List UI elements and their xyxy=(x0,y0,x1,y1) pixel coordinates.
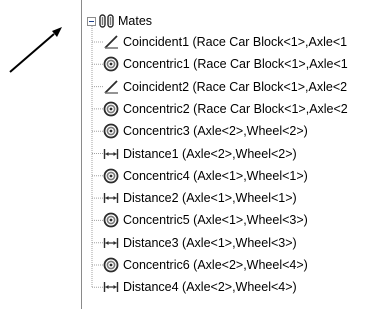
concentric-mate-icon xyxy=(103,168,119,184)
callout-arrow-icon xyxy=(9,27,62,73)
concentric-mate-icon xyxy=(103,56,119,72)
mate-item-distance[interactable]: Distance3 (Axle<1>,Wheel<3>) xyxy=(82,232,377,254)
mate-item-label[interactable]: Concentric6 (Axle<2>,Wheel<4>) xyxy=(123,256,308,274)
concentric-mate-icon xyxy=(103,212,119,228)
mates-folder-label[interactable]: Mates xyxy=(118,12,152,30)
coincident-mate-icon xyxy=(104,79,118,94)
mate-item-coincident[interactable]: Coincident2 (Race Car Block<1>,Axle<2 xyxy=(82,76,377,98)
concentric-mate-icon xyxy=(103,123,119,139)
mate-item-label[interactable]: Concentric1 (Race Car Block<1>,Axle<1 xyxy=(123,55,348,73)
mate-item-distance[interactable]: Distance4 (Axle<2>,Wheel<4>) xyxy=(82,276,377,298)
mate-item-concentric[interactable]: Concentric6 (Axle<2>,Wheel<4>) xyxy=(82,254,377,276)
mate-item-distance[interactable]: Distance2 (Axle<1>,Wheel<1>) xyxy=(82,187,377,209)
mate-item-label[interactable]: Concentric4 (Axle<1>,Wheel<1>) xyxy=(123,167,308,185)
mate-item-label[interactable]: Concentric5 (Axle<1>,Wheel<3>) xyxy=(123,211,308,229)
mate-item-concentric[interactable]: Concentric1 (Race Car Block<1>,Axle<1 xyxy=(82,53,377,75)
mate-item-label[interactable]: Concentric2 (Race Car Block<1>,Axle<2 xyxy=(123,100,348,118)
mate-item-label[interactable]: Concentric3 (Axle<2>,Wheel<2>) xyxy=(123,122,308,140)
mate-item-label[interactable]: Distance3 (Axle<1>,Wheel<3>) xyxy=(123,234,297,252)
distance-mate-icon xyxy=(103,282,119,293)
coincident-mate-icon xyxy=(104,35,118,49)
concentric-mate-icon xyxy=(103,257,119,273)
mate-item-label[interactable]: Distance1 (Axle<2>,Wheel<2>) xyxy=(123,145,297,163)
mate-item-concentric[interactable]: Concentric5 (Axle<1>,Wheel<3>) xyxy=(82,209,377,231)
mate-item-concentric[interactable]: Concentric2 (Race Car Block<1>,Axle<2 xyxy=(82,98,377,120)
mate-item-label[interactable]: Distance2 (Axle<1>,Wheel<1>) xyxy=(123,189,297,207)
distance-mate-icon xyxy=(103,193,119,204)
feature-manager-tree: Mates Coincident1 (Race Car Block<1>,Axl… xyxy=(81,0,377,309)
mate-item-concentric[interactable]: Concentric4 (Axle<1>,Wheel<1>) xyxy=(82,165,377,187)
mate-item-concentric[interactable]: Concentric3 (Axle<2>,Wheel<2>) xyxy=(82,120,377,142)
mate-item-coincident[interactable]: Coincident1 (Race Car Block<1>,Axle<1 xyxy=(82,31,377,53)
concentric-mate-icon xyxy=(103,101,119,117)
mate-item-label[interactable]: Coincident1 (Race Car Block<1>,Axle<1 xyxy=(123,33,347,51)
mate-item-distance[interactable]: Distance1 (Axle<2>,Wheel<2>) xyxy=(82,143,377,165)
distance-mate-icon xyxy=(103,148,119,159)
mate-item-label[interactable]: Distance4 (Axle<2>,Wheel<4>) xyxy=(123,278,297,296)
mates-folder-icon xyxy=(99,14,114,28)
distance-mate-icon xyxy=(103,237,119,248)
collapse-toggle-icon[interactable] xyxy=(87,17,96,26)
mate-item-label[interactable]: Coincident2 (Race Car Block<1>,Axle<2 xyxy=(123,78,347,96)
